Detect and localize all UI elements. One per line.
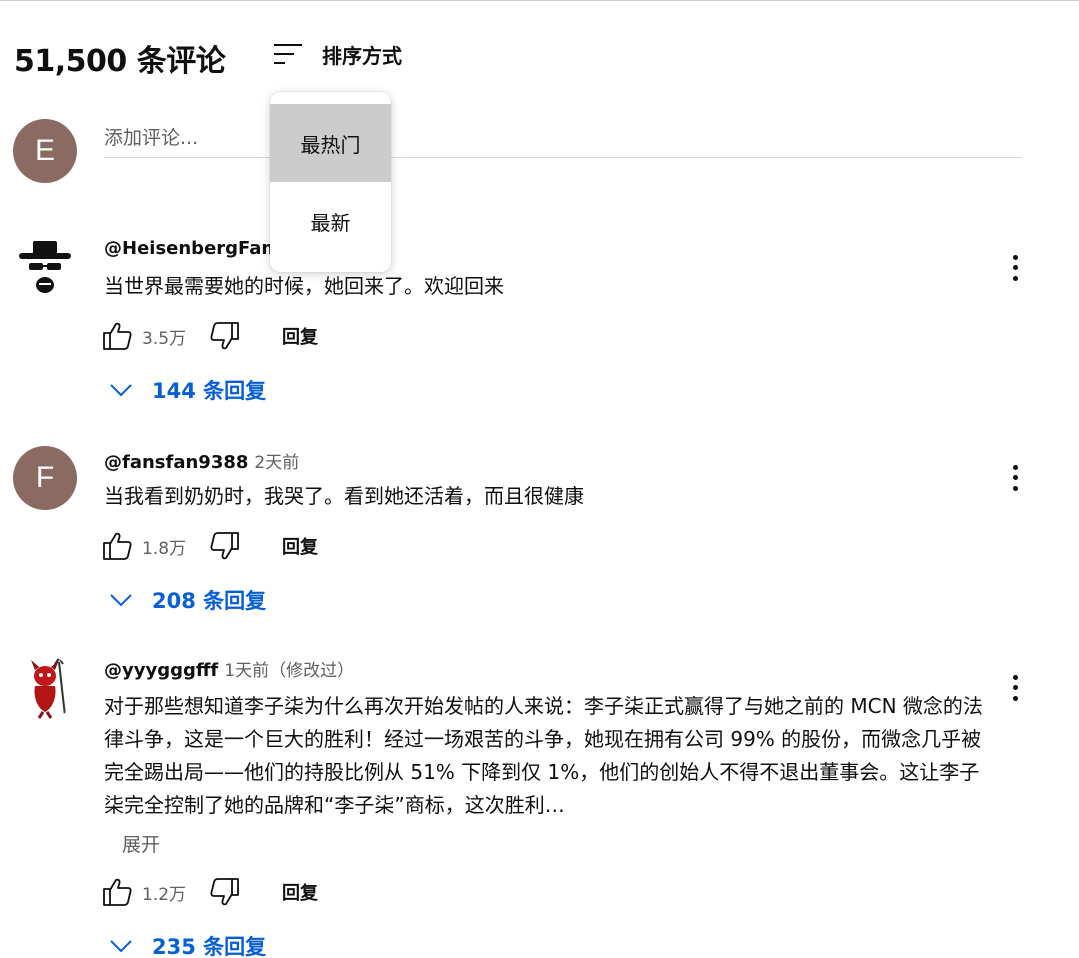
comments-page: 51,500 条评论 排序方式 E 最热门 最新 @HeisenbergFam [0,0,1079,958]
comment-more-button[interactable] [1004,252,1026,284]
sort-label: 排序方式 [322,43,402,68]
sort-icon [274,44,302,64]
reply-button[interactable]: 回复 [282,323,318,349]
comment-author[interactable]: @fansfan9388 [104,452,248,473]
view-replies-button[interactable]: 235 条回复 [108,928,266,958]
chevron-down-icon [110,940,132,953]
add-comment-input[interactable] [104,118,1022,158]
comment-header: @HeisenbergFam [104,238,286,259]
thumb-up-icon [103,322,132,350]
comment-text: 当世界最需要她的时候，她回来了。欢迎回来 [104,274,504,298]
devil-avatar [13,656,77,720]
commenter-avatar: F [13,446,77,510]
sort-button[interactable]: 排序方式 [272,36,402,72]
thumb-down-icon [210,532,239,560]
thumb-down-icon [210,322,239,350]
like-count: 1.8万 [142,538,187,559]
chevron-down-icon [110,384,132,397]
sort-option-top[interactable]: 最热门 [270,104,391,182]
dislike-button[interactable] [208,319,242,353]
current-user-avatar: E [13,119,77,183]
view-replies-button[interactable]: 208 条回复 [108,582,266,618]
comment-text: 当我看到奶奶时，我哭了。看到她还活着，而且很健康 [104,484,584,508]
sort-menu: 最热门 最新 [270,92,391,272]
heisenberg-avatar [13,238,77,302]
reply-button[interactable]: 回复 [282,879,318,905]
view-replies-button[interactable]: 144 条回复 [108,372,266,408]
thumb-up-icon [103,532,132,560]
replies-count: 208 条回复 [152,589,267,613]
like-button[interactable] [100,875,134,909]
dislike-button[interactable] [208,875,242,909]
replies-count: 235 条回复 [152,935,267,958]
comment-author[interactable]: @HeisenbergFam [104,238,280,259]
comment-timestamp: 1天前（修改过） [224,661,355,681]
comments-count-title: 51,500 条评论 [14,44,226,79]
top-divider [0,0,1079,1]
comment-actions: 3.5万 回复 [100,318,318,354]
comment-header: @yyygggfff 1天前（修改过） [104,656,354,681]
reply-button[interactable]: 回复 [282,533,318,559]
dislike-button[interactable] [208,529,242,563]
comment-more-button[interactable] [1004,672,1026,704]
sort-option-newest[interactable]: 最新 [270,182,391,260]
like-count: 1.2万 [142,884,187,905]
like-button[interactable] [100,529,134,563]
like-button[interactable] [100,319,134,353]
comment-actions: 1.2万 回复 [100,874,318,910]
expand-comment-link[interactable]: 展开 [122,830,160,857]
like-count: 3.5万 [142,328,187,349]
chevron-down-icon [110,594,132,607]
replies-count: 144 条回复 [152,379,267,403]
comment-more-button[interactable] [1004,462,1026,494]
thumb-down-icon [210,878,239,906]
comment-text: 对于那些想知道李子柒为什么再次开始发帖的人来说：李子柒正式赢得了与她之前的 MC… [104,694,983,817]
thumb-up-icon [103,878,132,906]
comment-timestamp: 2天前 [254,453,300,473]
comment-header: @fansfan9388 2天前 [104,448,299,473]
comment-actions: 1.8万 回复 [100,528,318,564]
comment-author[interactable]: @yyygggfff [104,660,218,681]
